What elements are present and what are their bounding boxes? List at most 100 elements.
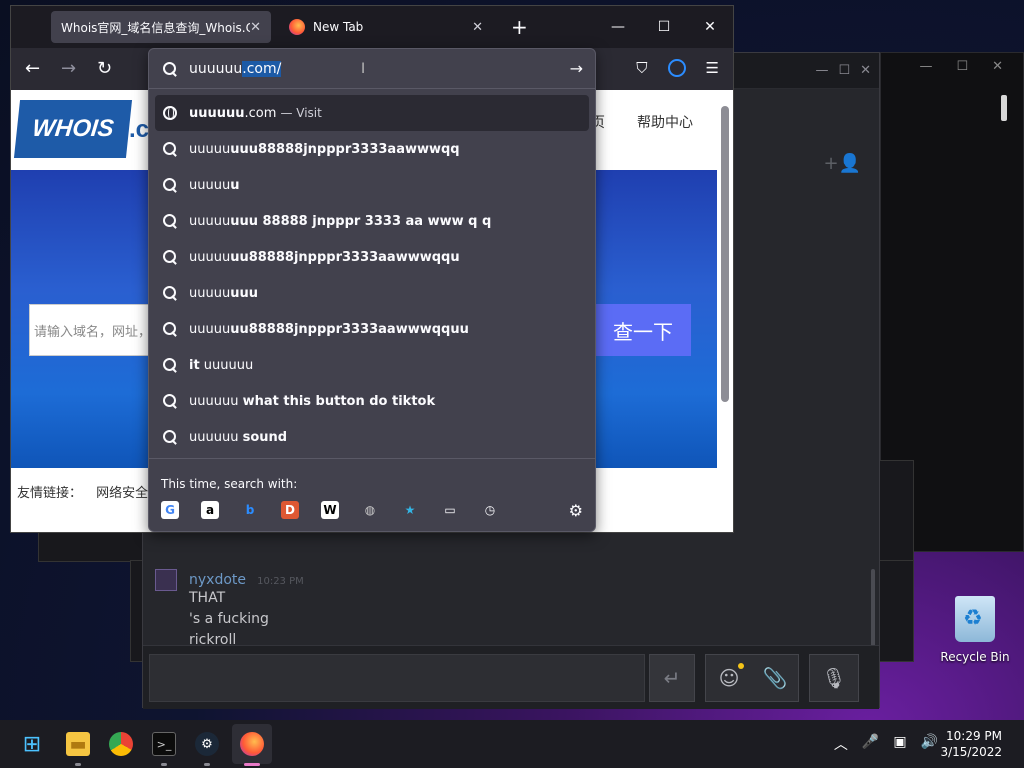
url-input[interactable]: uuuuuu .com/ I → <box>149 49 595 89</box>
suggestion-plain: uuuuu <box>189 141 231 157</box>
back-button[interactable]: ← <box>25 58 40 79</box>
attach-button[interactable]: 📎 <box>752 655 798 701</box>
avatar[interactable] <box>155 569 177 591</box>
forward-button[interactable]: → <box>61 58 76 79</box>
network-icon[interactable]: ▣ <box>893 734 906 754</box>
divider <box>149 458 595 459</box>
search-engine-list: Ga b D W ◍ ★ ▭ ◷ <box>161 501 499 519</box>
search-icon <box>163 322 177 336</box>
maximize-icon[interactable]: ☐ <box>838 63 850 78</box>
firefox-icon[interactable] <box>240 732 264 756</box>
search-button[interactable]: 查一下 <box>595 304 691 356</box>
close-icon[interactable]: ✕ <box>860 63 871 78</box>
globe-icon <box>163 106 177 120</box>
scrollbar-thumb[interactable] <box>1001 95 1007 121</box>
duckduckgo-icon[interactable]: D <box>281 501 299 519</box>
minimize-icon[interactable]: — <box>815 63 828 78</box>
search-icon <box>163 214 177 228</box>
text-cursor-icon: I <box>361 61 366 77</box>
close-tab-icon[interactable]: ✕ <box>250 20 261 35</box>
go-button[interactable]: → <box>570 59 583 78</box>
running-indicator <box>204 763 210 766</box>
suggestion-item[interactable]: uuuuuu.com — Visit <box>155 95 589 131</box>
account-icon[interactable] <box>667 59 686 77</box>
minimize-icon[interactable]: — <box>919 59 932 83</box>
settings-gear-icon[interactable]: ⚙ <box>569 501 583 520</box>
chrome-icon[interactable] <box>109 732 133 756</box>
reload-button[interactable]: ↻ <box>97 58 112 79</box>
suggestion-plain: uuuuu <box>189 321 231 337</box>
suggestion-bold: what this button do tiktok <box>242 393 436 409</box>
tab-title: Whois官网_域名信息查询_Whois.Co <box>61 20 251 35</box>
amazon-icon[interactable]: a <box>201 501 219 519</box>
chevron-up-icon[interactable]: ︿ <box>834 734 848 754</box>
suggestion-bold: uu88888jnpppr3333aawwwqqu <box>230 249 460 265</box>
smiley-icon: ☺ <box>718 666 740 690</box>
bing-icon[interactable]: b <box>241 501 259 519</box>
microphone-icon[interactable]: 🎤 <box>862 734 879 754</box>
suggestion-item[interactable]: uuuuuuuu <box>155 275 589 311</box>
send-button[interactable]: ↵ <box>649 654 695 702</box>
suggestion-item[interactable]: uuuuuuu88888jnpppr3333aawwwqquu <box>155 311 589 347</box>
add-friend-icon[interactable]: +👤 <box>824 153 862 174</box>
steam-icon[interactable]: ⚙ <box>195 732 219 756</box>
search-icon <box>163 61 177 76</box>
clock-date: 3/15/2022 <box>940 745 1002 759</box>
minimize-button[interactable]: — <box>595 6 641 48</box>
suggestion-text: uuuuuu <box>189 178 239 193</box>
tab-new-tab[interactable]: New Tab ✕ <box>279 11 493 43</box>
suggestion-text: uuuuuuu88888jnpppr3333aawwwqqu <box>189 250 460 265</box>
google-icon[interactable]: G <box>161 501 179 519</box>
tab-whois[interactable]: Whois官网_域名信息查询_Whois.Co ✕ <box>51 11 271 43</box>
emoticon-button[interactable]: ☺ <box>706 655 752 701</box>
close-tab-icon[interactable]: ✕ <box>472 20 483 35</box>
new-tab-button[interactable]: + <box>511 15 528 39</box>
system-tray: ︿ 🎤 ▣ 🔊 <box>834 734 938 754</box>
suggestion-item[interactable]: uuuuuu what this button do tiktok <box>155 383 589 419</box>
suggestion-item[interactable]: uuuuuuuu 88888 jnpppr 3333 aa www q q <box>155 203 589 239</box>
nav-link-help[interactable]: 帮助中心 <box>637 112 693 132</box>
start-icon[interactable]: ⊞ <box>20 732 44 757</box>
maximize-icon[interactable]: ☐ <box>956 59 968 83</box>
history-icon[interactable]: ◷ <box>481 501 499 519</box>
suggestion-text: uuuuuu what this button do tiktok <box>189 394 435 409</box>
search-engine-icon[interactable]: ◍ <box>361 501 379 519</box>
whois-logo[interactable]: WHOIS <box>13 100 133 158</box>
recycle-bin[interactable]: Recycle Bin <box>938 596 1012 664</box>
close-icon[interactable]: ✕ <box>992 59 1003 83</box>
search-icon <box>163 430 177 444</box>
running-indicator <box>75 763 81 766</box>
maximize-button[interactable]: ☐ <box>641 6 687 48</box>
firefox-icon <box>289 19 305 35</box>
suggestion-text: uuuuuuuu 88888 jnpppr 3333 aa www q q <box>189 214 491 229</box>
suggestion-bold: uuuuuu <box>189 105 245 121</box>
bookmarks-icon[interactable]: ★ <box>401 501 419 519</box>
message-author[interactable]: nyxdote <box>189 572 246 588</box>
clock[interactable]: 10:29 PM 3/15/2022 <box>940 728 1002 760</box>
suggestion-bold: u <box>230 177 240 193</box>
friend-link[interactable]: 网络安全 <box>96 486 148 501</box>
suggestion-item[interactable]: uuuuuu <box>155 167 589 203</box>
domain-search-input[interactable]: 请输入域名，网址， <box>29 304 159 356</box>
voice-button[interactable]: 🎙 <box>809 654 859 702</box>
suggestion-item[interactable]: uuuuuuuu88888jnpppr3333aawwwqq <box>155 131 589 167</box>
pocket-icon[interactable]: ⛉ <box>636 59 647 77</box>
tabs-icon[interactable]: ▭ <box>441 501 459 519</box>
suggestion-item[interactable]: uuuuuu sound <box>155 419 589 455</box>
suggestion-visit: — Visit <box>280 105 322 120</box>
close-button[interactable]: ✕ <box>687 6 733 48</box>
friend-links-label: 友情链接： <box>17 486 83 501</box>
suggestion-item[interactable]: it uuuuuu <box>155 347 589 383</box>
suggestion-item[interactable]: uuuuuuu88888jnpppr3333aawwwqqu <box>155 239 589 275</box>
file-explorer-icon[interactable]: ▬ <box>66 732 90 756</box>
window-controls: — ☐ ✕ <box>595 6 733 48</box>
terminal-icon[interactable]: >_ <box>152 732 176 756</box>
suggestion-list: uuuuuu.com — Visit uuuuuuuu88888jnpppr3333… <box>155 95 589 455</box>
chat-message-input[interactable] <box>149 654 645 702</box>
volume-icon[interactable]: 🔊 <box>921 734 938 754</box>
wikipedia-icon[interactable]: W <box>321 501 339 519</box>
recycle-bin-icon <box>955 596 995 642</box>
menu-icon[interactable]: ☰ <box>706 59 719 77</box>
page-scrollbar[interactable] <box>721 106 729 402</box>
clock-time: 10:29 PM <box>946 729 1002 743</box>
